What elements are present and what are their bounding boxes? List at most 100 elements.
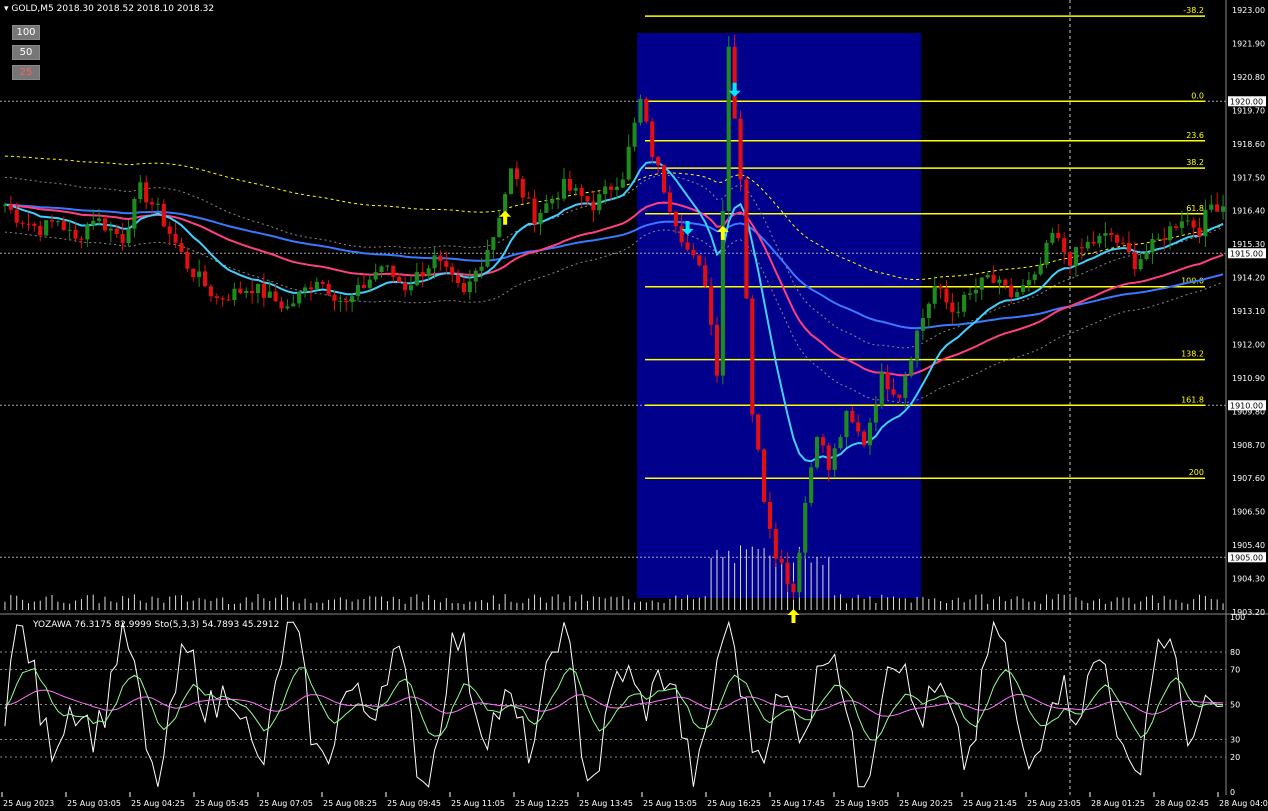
time-tick: 25 Aug 11:05: [451, 799, 505, 808]
candle-body: [1003, 279, 1008, 286]
candle-body: [703, 265, 708, 287]
candle-body: [1056, 232, 1061, 239]
fib-label: 23.6: [1186, 131, 1204, 140]
candle-body: [61, 221, 66, 231]
candle-body: [761, 449, 767, 503]
candle-body: [332, 294, 337, 301]
candle-body: [1191, 220, 1196, 228]
candle-body: [508, 168, 514, 195]
candle-body: [791, 583, 796, 593]
candle-body: [862, 431, 867, 446]
candle-body: [273, 291, 278, 302]
candle-body: [903, 375, 908, 398]
candle-body: [920, 318, 926, 331]
price-tick: 1916.40: [1232, 207, 1265, 216]
fib-label: 61.8: [1186, 204, 1204, 213]
candle-body: [767, 502, 773, 529]
candle-body: [444, 261, 449, 267]
candle-body: [73, 229, 78, 239]
candle-body: [1073, 247, 1079, 266]
candle-body: [144, 182, 149, 203]
candle-body: [944, 288, 949, 303]
candle-body: [867, 422, 873, 446]
candle-body: [756, 414, 761, 450]
candle-body: [814, 437, 820, 468]
osc-tick: 70: [1230, 666, 1240, 675]
zoom-25-button[interactable]: 25: [12, 65, 40, 80]
candle-body: [179, 242, 184, 252]
candle-body: [661, 165, 667, 193]
highlight-zone: [637, 33, 921, 598]
candle-body: [673, 211, 678, 227]
candle-body: [473, 270, 478, 282]
candle-body: [85, 224, 90, 240]
candle-body: [255, 283, 261, 294]
candle-body: [567, 178, 572, 191]
candle-body: [214, 296, 219, 299]
zoom-50-button[interactable]: 50: [12, 45, 40, 60]
candle-body: [479, 266, 484, 271]
candle-body: [250, 291, 255, 294]
price-tick: 1918.60: [1232, 140, 1265, 149]
candle-body: [173, 233, 178, 243]
indicator-label: YOZAWA 76.3175 82.9999 Sto(5,3,3) 54.789…: [33, 620, 280, 630]
candle-body: [1120, 242, 1126, 244]
candle-body: [579, 188, 584, 197]
candle-body: [744, 179, 749, 299]
candle-body: [232, 288, 237, 301]
candle-body: [467, 281, 472, 293]
candle-body: [650, 121, 655, 158]
price-marker-label: 1910.00: [1230, 401, 1263, 410]
candle-body: [1220, 206, 1226, 212]
candle-body: [826, 445, 831, 470]
candle-body: [856, 422, 861, 432]
candle-body: [97, 218, 102, 221]
candle-body: [785, 562, 790, 584]
zoom-100-button[interactable]: 100: [12, 25, 40, 40]
candle-body: [2, 204, 8, 206]
candle-body: [185, 251, 190, 269]
dropdown-icon[interactable]: ▾: [4, 4, 9, 14]
chart-canvas[interactable]: -38.20.023.638.261.8100.0138.2161.8200 1…: [0, 0, 1268, 811]
price-marker-label: 1905.00: [1230, 553, 1263, 562]
candle-body: [926, 303, 931, 319]
candle-body: [403, 282, 408, 291]
price-tick: 1912.00: [1232, 340, 1265, 349]
price-tick: 1905.40: [1232, 541, 1265, 550]
candle-body: [314, 281, 319, 290]
candle-body: [79, 238, 84, 240]
candle-body: [238, 288, 243, 294]
candle-body: [779, 558, 784, 563]
candle-body: [1062, 238, 1067, 253]
candle-body: [1168, 226, 1173, 241]
candle-body: [1009, 285, 1014, 298]
candle-body: [1138, 259, 1143, 270]
price-tick: 1914.20: [1232, 274, 1265, 283]
candle-body: [450, 266, 455, 275]
fib-label: 200: [1189, 468, 1204, 477]
candle-body: [1103, 233, 1108, 236]
candle-body: [1132, 252, 1137, 270]
candle-body: [873, 405, 878, 423]
candle-body: [973, 289, 978, 294]
time-tick: 25 Aug 15:05: [643, 799, 697, 808]
ohlc-values: 2018.30 2018.52 2018.10 2018.32: [56, 4, 215, 14]
candle-body: [8, 204, 13, 210]
candle-body: [149, 202, 155, 205]
time-tick: 25 Aug 09:45: [387, 799, 441, 808]
candle-body: [226, 299, 231, 301]
time-tick: 28 Aug 04:05: [1219, 799, 1268, 808]
candle-body: [514, 168, 519, 179]
candle-body: [202, 271, 208, 287]
candle-body: [714, 324, 720, 376]
candle-body: [367, 279, 372, 288]
candle-body: [1109, 233, 1114, 236]
time-tick: 28 Aug 02:45: [1155, 799, 1209, 808]
candle-body: [614, 187, 620, 190]
time-tick: 25 Aug 07:05: [259, 799, 313, 808]
candle-body: [956, 311, 961, 313]
candle-body: [355, 284, 361, 297]
symbol-title: GOLD,M5: [11, 4, 54, 14]
candle-body: [773, 528, 778, 559]
candle-body: [385, 265, 390, 267]
